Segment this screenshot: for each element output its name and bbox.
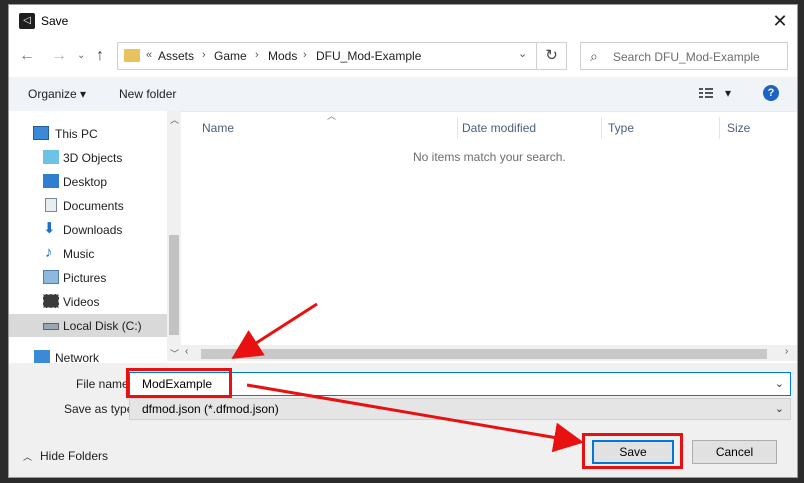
arrow-to-file-name [231,302,318,359]
annotation-arrows [231,302,584,453]
arrow-to-save-button [246,383,584,453]
save-dialog: ◁ Save ✕ ← → ⌄ ↑ « Assets › Game › Mods … [8,4,798,478]
